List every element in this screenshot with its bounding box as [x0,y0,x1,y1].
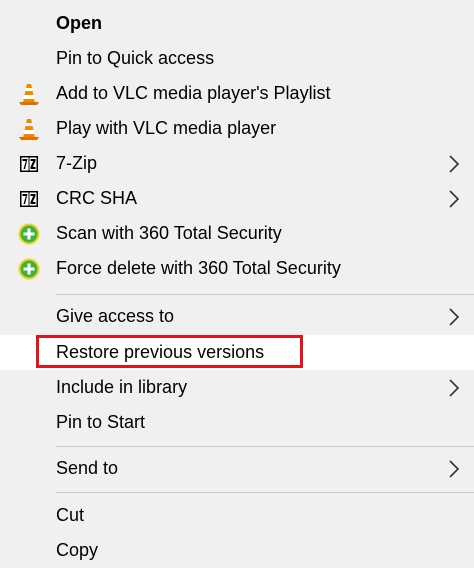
menu-item-label: Include in library [56,377,188,397]
menu-item-send-to[interactable]: Send to [0,451,474,486]
360-security-icon [18,223,40,245]
menu-separator [56,294,474,295]
context-menu: Open Pin to Quick access Add to VLC medi… [0,0,474,567]
menu-item-label: Add to VLC media player's Playlist [56,83,331,103]
vlc-cone-icon [19,84,39,105]
highlight-annotation [36,335,303,368]
menu-item-label: Pin to Start [56,412,146,432]
menu-item-copy[interactable]: Copy [0,533,474,568]
menu-item-vlc-add-playlist[interactable]: Add to VLC media player's Playlist [0,76,474,111]
vlc-cone-icon [19,119,39,140]
menu-item-include-library[interactable]: Include in library [0,370,474,405]
menu-item-label: 7-Zip [56,153,98,173]
menu-item-cut[interactable]: Cut [0,498,474,533]
menu-item-pin-quick-access[interactable]: Pin to Quick access [0,41,474,76]
chevron-right-icon [449,460,460,478]
menu-item-label: Pin to Quick access [56,48,215,68]
menu-item-360-force-delete[interactable]: Force delete with 360 Total Security [0,251,474,286]
menu-item-open[interactable]: Open [0,6,474,41]
menu-item-give-access[interactable]: Give access to [0,299,474,334]
menu-item-label: Play with VLC media player [56,118,277,138]
menu-item-label: Cut [56,505,85,525]
360-security-icon [18,258,40,280]
menu-item-label: Send to [56,458,119,478]
menu-item-label: CRC SHA [56,188,138,208]
7zip-icon [20,191,38,207]
menu-item-label: Copy [56,540,99,560]
chevron-right-icon [449,379,460,397]
chevron-right-icon [449,308,460,326]
menu-item-360-scan[interactable]: Scan with 360 Total Security [0,216,474,251]
menu-item-label: Scan with 360 Total Security [56,223,282,243]
menu-item-label: Force delete with 360 Total Security [56,258,341,278]
menu-item-pin-start[interactable]: Pin to Start [0,405,474,440]
chevron-right-icon [449,190,460,208]
menu-separator [56,492,474,493]
chevron-right-icon [449,155,460,173]
7zip-icon [20,156,38,172]
menu-item-7zip[interactable]: 7-Zip [0,146,474,181]
menu-item-label: Open [56,13,103,33]
menu-item-crc-sha[interactable]: CRC SHA [0,181,474,216]
menu-item-label: Give access to [56,306,175,326]
menu-separator [56,446,474,447]
menu-item-vlc-play[interactable]: Play with VLC media player [0,111,474,146]
